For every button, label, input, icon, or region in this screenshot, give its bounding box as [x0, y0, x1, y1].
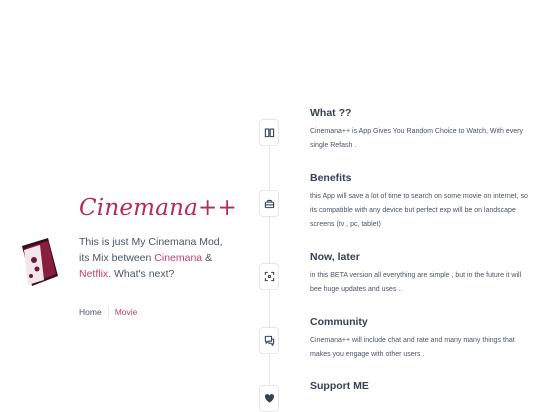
chat-icon [264, 335, 274, 346]
section-community: Community Cinemana++ will include chat a… [310, 316, 530, 362]
cinemana-link[interactable]: Cinemana [154, 252, 202, 264]
section-title: Community [310, 316, 368, 328]
section-title: Support ME [310, 380, 369, 392]
nav-movie-link[interactable]: Movie [115, 307, 138, 317]
heart-icon [264, 393, 274, 403]
section-support: Support ME [310, 380, 530, 392]
timeline-line [269, 118, 270, 405]
section-description: this App will save a lot of time to sear… [310, 193, 528, 228]
section-title: Now, later [310, 251, 360, 263]
section-description: in this BETA version all everything are … [310, 272, 522, 293]
book-logo-icon [22, 238, 58, 286]
book-icon [264, 128, 274, 138]
section-what: What ?? Cinemana++ is App Gives You Rand… [310, 107, 530, 153]
brand-title: Cinemana++ [79, 195, 237, 221]
nav-home-link[interactable]: Home [79, 307, 102, 317]
section-description: Cinemana++ will include chat and rate an… [310, 337, 515, 358]
section-title: Benefits [310, 172, 352, 184]
timeline-marker-benefits [259, 190, 279, 217]
tagline-amp: & [202, 252, 213, 264]
section-description: Cinemana++ is App Gives You Random Choic… [310, 128, 523, 149]
section-title: What ?? [310, 107, 352, 119]
focus-icon [264, 271, 274, 282]
netflix-link[interactable]: Netflix [79, 268, 108, 280]
section-now-later: Now, later in this BETA version all ever… [310, 251, 530, 297]
tagline-suffix: . What's next? [108, 268, 175, 280]
nav-divider [107, 306, 109, 318]
timeline-marker-support [259, 385, 279, 412]
nav: Home Movie [79, 306, 137, 318]
timeline-marker-what [259, 119, 279, 146]
tagline: This is just My Cinemana Mod, its Mix be… [79, 234, 229, 282]
briefcase-icon [264, 199, 274, 209]
section-benefits: Benefits this App will save a lot of tim… [310, 172, 530, 232]
timeline-marker-now-later [259, 263, 279, 290]
timeline-marker-community [259, 327, 279, 354]
